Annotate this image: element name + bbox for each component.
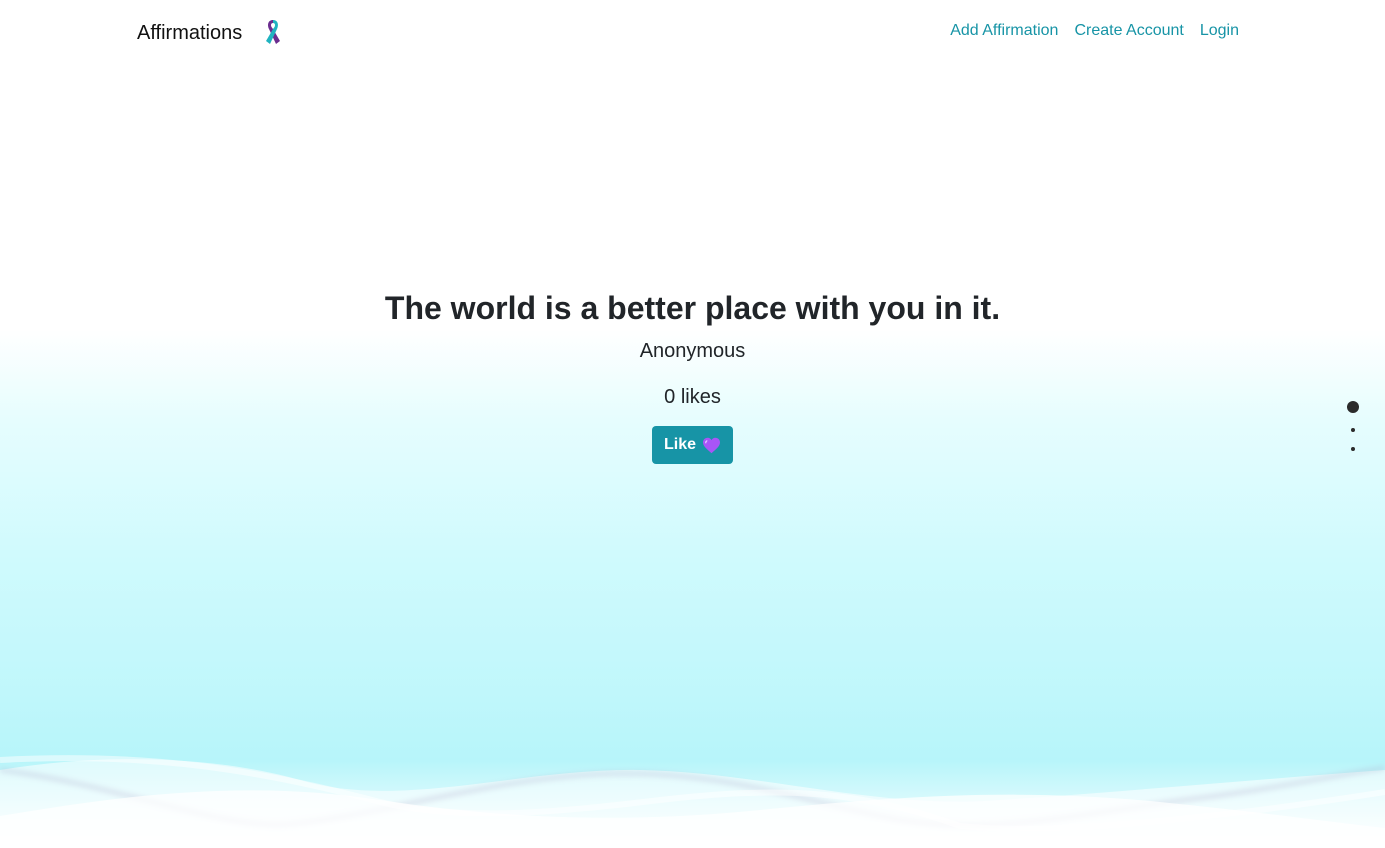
affirmation-author: Anonymous <box>639 340 746 362</box>
decorative-waves <box>0 755 1385 848</box>
affirmation-text: The world is a better place with you in … <box>384 290 1001 326</box>
pagination-dots <box>1346 401 1360 451</box>
pagination-dot-1[interactable] <box>1347 401 1359 413</box>
like-count: 0 likes <box>664 386 721 408</box>
affirmation-card: The world is a better place with you in … <box>0 288 1385 464</box>
nav-links: Add Affirmation Create Account Login <box>950 22 1239 40</box>
purple-heart-icon <box>703 437 720 453</box>
pagination-dot-3[interactable] <box>1351 447 1355 451</box>
pagination-dot-2[interactable] <box>1351 428 1355 432</box>
nav-link-create-account[interactable]: Create Account <box>1074 22 1183 40</box>
navbar: Affirmations Add Affirmation Create Acco… <box>0 0 1385 62</box>
brand-link[interactable]: Affirmations <box>137 19 286 47</box>
nav-link-login[interactable]: Login <box>1200 22 1239 40</box>
awareness-ribbon-icon <box>266 20 281 44</box>
like-button-label: Like <box>663 436 696 453</box>
nav-link-add-affirmation[interactable]: Add Affirmation <box>950 22 1058 40</box>
like-button[interactable]: Like <box>651 426 733 464</box>
brand-title: Affirmations <box>137 21 243 44</box>
page: Affirmations Add Affirmation Create Acco… <box>0 0 1385 848</box>
